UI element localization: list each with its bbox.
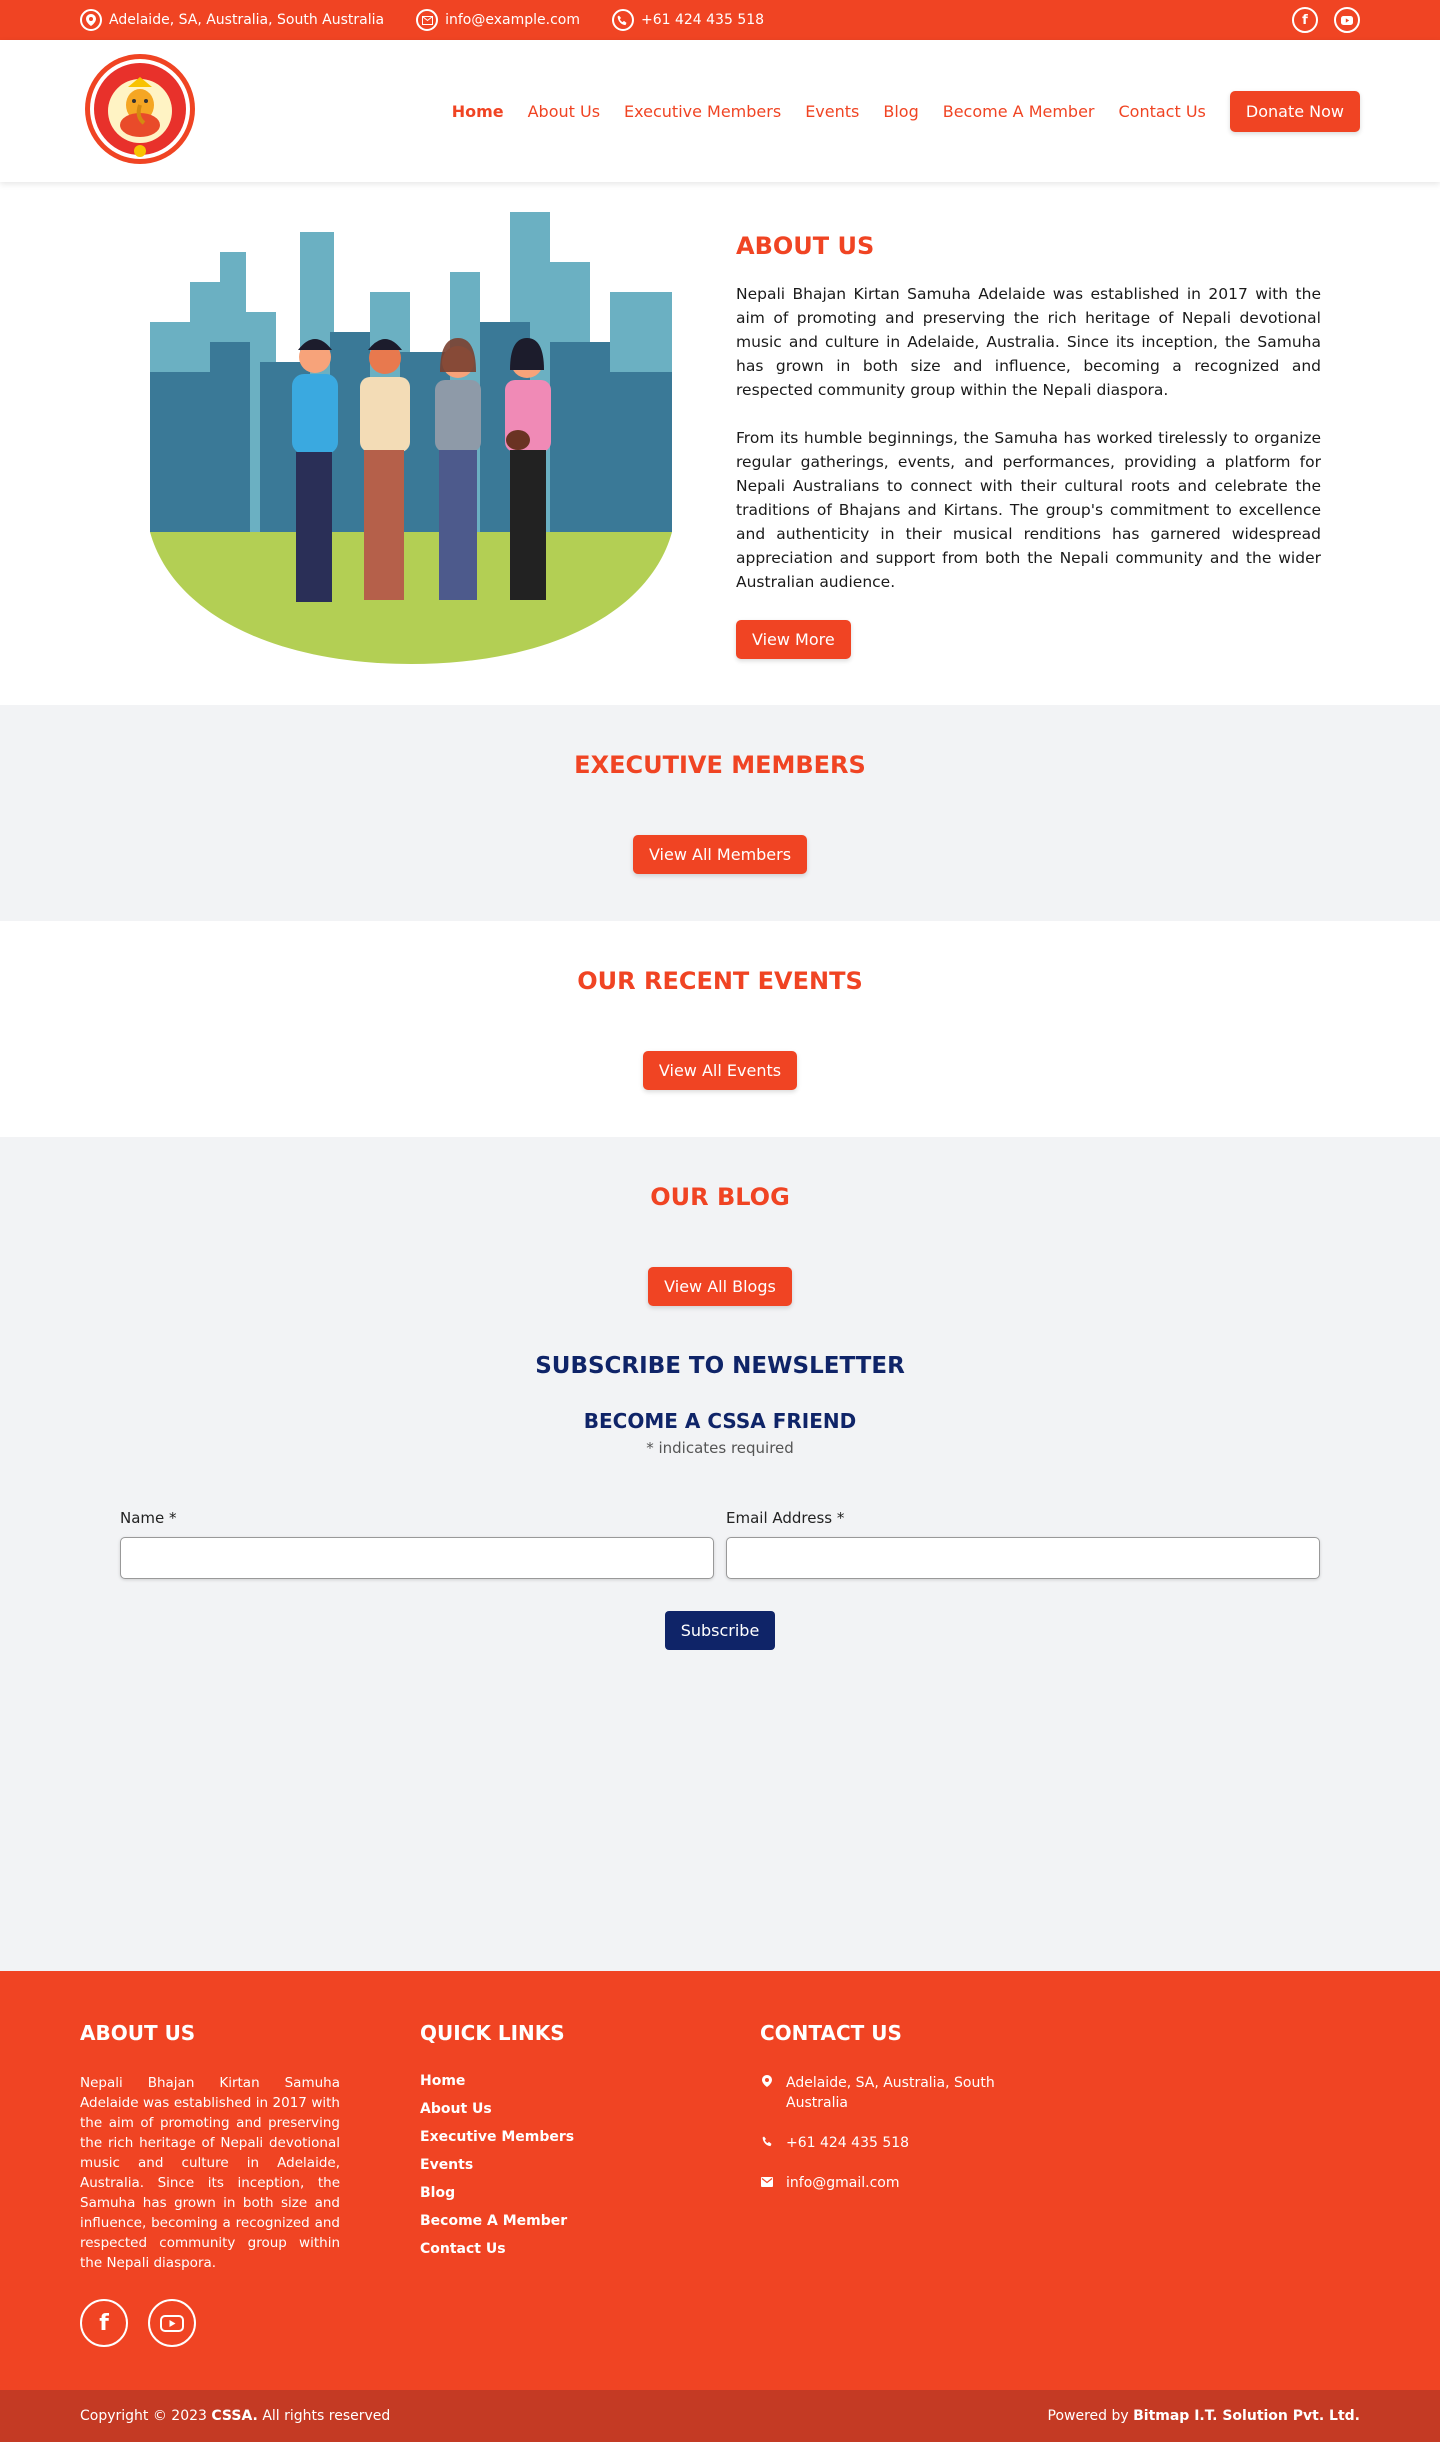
donate-button[interactable]: Donate Now	[1229, 90, 1360, 132]
youtube-icon[interactable]	[1334, 7, 1360, 33]
top-bar: Adelaide, SA, Australia, South Australia…	[0, 0, 1440, 40]
footer-link-contact-us[interactable]: Contact Us	[420, 2241, 680, 2257]
footer-link-blog[interactable]: Blog	[420, 2185, 680, 2201]
view-all-members-button[interactable]: View All Members	[632, 835, 808, 874]
footer-link-home[interactable]: Home	[420, 2073, 680, 2089]
footer-links-title: QUICK LINKS	[420, 2021, 565, 2045]
main-nav: Home About Us Executive Members Events B…	[452, 90, 1360, 132]
blog-title: OUR BLOG	[650, 1183, 790, 1211]
footer-link-about-us[interactable]: About Us	[420, 2101, 680, 2117]
logo[interactable]	[80, 53, 196, 169]
footer-phone[interactable]: +61 424 435 518	[786, 2133, 909, 2153]
nav-executive-members[interactable]: Executive Members	[624, 102, 781, 121]
nav-home[interactable]: Home	[452, 102, 504, 121]
footer-contact-title: CONTACT US	[760, 2021, 902, 2045]
required-note: * indicates required	[646, 1439, 794, 1457]
executive-members-section: EXECUTIVE MEMBERS View All Members	[0, 705, 1440, 921]
site-footer: ABOUT US Nepali Bhajan Kirtan Samuha Ade…	[0, 1971, 1440, 2390]
phone-text[interactable]: +61 424 435 518	[641, 12, 764, 28]
newsletter-form: Name * Email Address *	[0, 1509, 1440, 1579]
footer-email[interactable]: info@gmail.com	[786, 2173, 900, 2193]
nav-contact-us[interactable]: Contact Us	[1119, 102, 1206, 121]
subscribe-button[interactable]: Subscribe	[664, 1611, 776, 1650]
location-pin-icon	[760, 2073, 774, 2113]
bottom-bar: Copyright © 2023 CSSA. All rights reserv…	[0, 2390, 1440, 2442]
view-more-button[interactable]: View More	[736, 620, 851, 659]
footer-link-become-a-member[interactable]: Become A Member	[420, 2213, 680, 2229]
newsletter-section: SUBSCRIBE TO NEWSLETTER BECOME A CSSA FR…	[0, 1353, 1440, 1971]
view-all-blogs-button[interactable]: View All Blogs	[648, 1267, 792, 1306]
view-all-events-button[interactable]: View All Events	[642, 1051, 798, 1090]
topbar-phone[interactable]: +61 424 435 518	[611, 9, 764, 31]
powered-by-link[interactable]: Bitmap I.T. Solution Pvt. Ltd.	[1133, 2408, 1360, 2424]
footer-about-text: Nepali Bhajan Kirtan Samuha Adelaide was…	[80, 2075, 340, 2271]
nav-about-us[interactable]: About Us	[528, 102, 600, 121]
email-text[interactable]: info@example.com	[445, 12, 580, 28]
name-field[interactable]	[120, 1537, 714, 1579]
footer-link-executive-members[interactable]: Executive Members	[420, 2129, 680, 2145]
footer-link-events[interactable]: Events	[420, 2157, 680, 2173]
nav-blog[interactable]: Blog	[883, 102, 918, 121]
blog-section: OUR BLOG View All Blogs	[0, 1137, 1440, 1353]
newsletter-title: SUBSCRIBE TO NEWSLETTER	[535, 1353, 905, 1379]
phone-icon	[760, 2133, 774, 2153]
address-text: Adelaide, SA, Australia, South Australia	[109, 12, 385, 28]
mail-icon	[416, 9, 439, 31]
phone-icon	[611, 9, 634, 31]
newsletter-subtitle: BECOME A CSSA FRIEND	[583, 1409, 857, 1433]
about-paragraph-1: Nepali Bhajan Kirtan Samuha Adelaide was…	[736, 285, 1321, 399]
youtube-icon[interactable]	[148, 2299, 196, 2347]
nav-events[interactable]: Events	[805, 102, 859, 121]
email-label: Email Address *	[726, 1509, 845, 1527]
name-label: Name *	[120, 1509, 177, 1527]
email-field[interactable]	[726, 1537, 1320, 1579]
footer-about-title: ABOUT US	[80, 2021, 196, 2045]
facebook-icon[interactable]: f	[1292, 7, 1318, 33]
recent-events-title: OUR RECENT EVENTS	[577, 967, 863, 995]
facebook-icon[interactable]: f	[80, 2299, 128, 2347]
community-illustration	[150, 212, 672, 664]
topbar-email[interactable]: info@example.com	[416, 9, 580, 31]
nav-become-a-member[interactable]: Become A Member	[943, 102, 1095, 121]
recent-events-section: OUR RECENT EVENTS View All Events	[0, 921, 1440, 1137]
ganesh-logo-icon	[85, 54, 195, 164]
site-header: Home About Us Executive Members Events B…	[0, 40, 1440, 182]
executive-members-title: EXECUTIVE MEMBERS	[574, 751, 866, 779]
mail-icon	[760, 2173, 774, 2193]
footer-address: Adelaide, SA, Australia, South Australia	[786, 2075, 995, 2111]
location-pin-icon	[80, 9, 102, 31]
powered-by: Powered by Bitmap I.T. Solution Pvt. Ltd…	[1047, 2408, 1360, 2424]
about-paragraph-2: From its humble beginnings, the Samuha h…	[736, 429, 1321, 591]
topbar-address: Adelaide, SA, Australia, South Australia	[80, 9, 384, 31]
about-section: ABOUT US Nepali Bhajan Kirtan Samuha Ade…	[0, 182, 1440, 705]
copyright: Copyright © 2023 CSSA. All rights reserv…	[80, 2408, 391, 2424]
about-title: ABOUT US	[736, 232, 875, 260]
